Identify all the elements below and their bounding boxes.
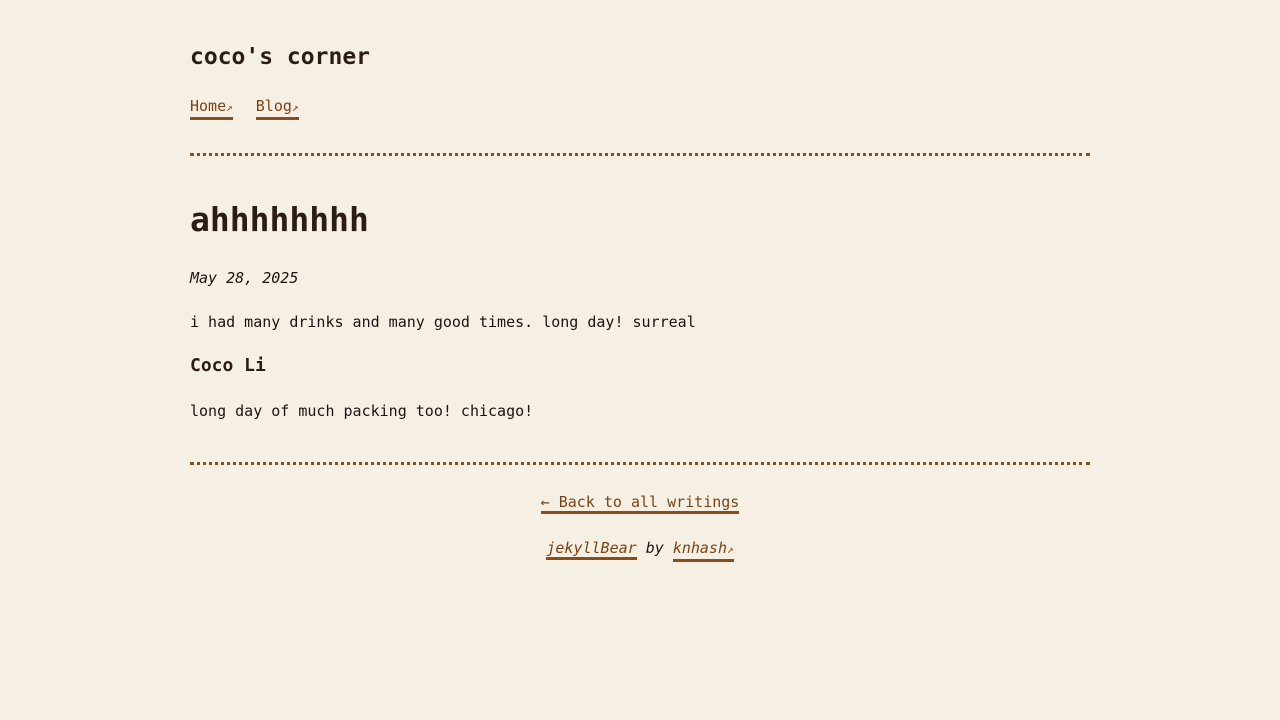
post-subheading: Coco Li <box>190 355 266 376</box>
post-title: ahhhhhhhh <box>190 200 369 239</box>
footer-divider <box>190 462 1090 465</box>
site-title: coco's corner <box>190 44 371 70</box>
nav-home-label: Home <box>190 97 227 115</box>
by-text: by <box>645 539 664 557</box>
footer-credit: jekyllBear by knhash↗ <box>190 538 1090 562</box>
author-link[interactable]: knhash↗ <box>672 539 734 562</box>
author-label: knhash <box>672 539 727 557</box>
external-link-icon: ↗ <box>727 543 734 556</box>
external-link-icon: ↗ <box>291 101 299 114</box>
header-divider <box>190 153 1090 156</box>
theme-link[interactable]: jekyllBear <box>546 539 637 560</box>
post-paragraph-2: long day of much packing too! chicago! <box>190 402 534 420</box>
nav-blog-label: Blog <box>255 97 292 115</box>
back-to-writings-link[interactable]: ← Back to all writings <box>540 493 740 514</box>
external-link-icon: ↗ <box>226 101 233 114</box>
post-paragraph-1: i had many drinks and many good times. l… <box>190 313 696 331</box>
main-nav: Home↗ Blog↗ <box>190 96 313 120</box>
nav-home-link[interactable]: Home↗ <box>190 97 233 120</box>
nav-blog-link[interactable]: Blog↗ <box>255 97 299 120</box>
post-date: May 28, 2025 <box>190 269 299 287</box>
footer-back-row: ← Back to all writings <box>190 492 1090 514</box>
